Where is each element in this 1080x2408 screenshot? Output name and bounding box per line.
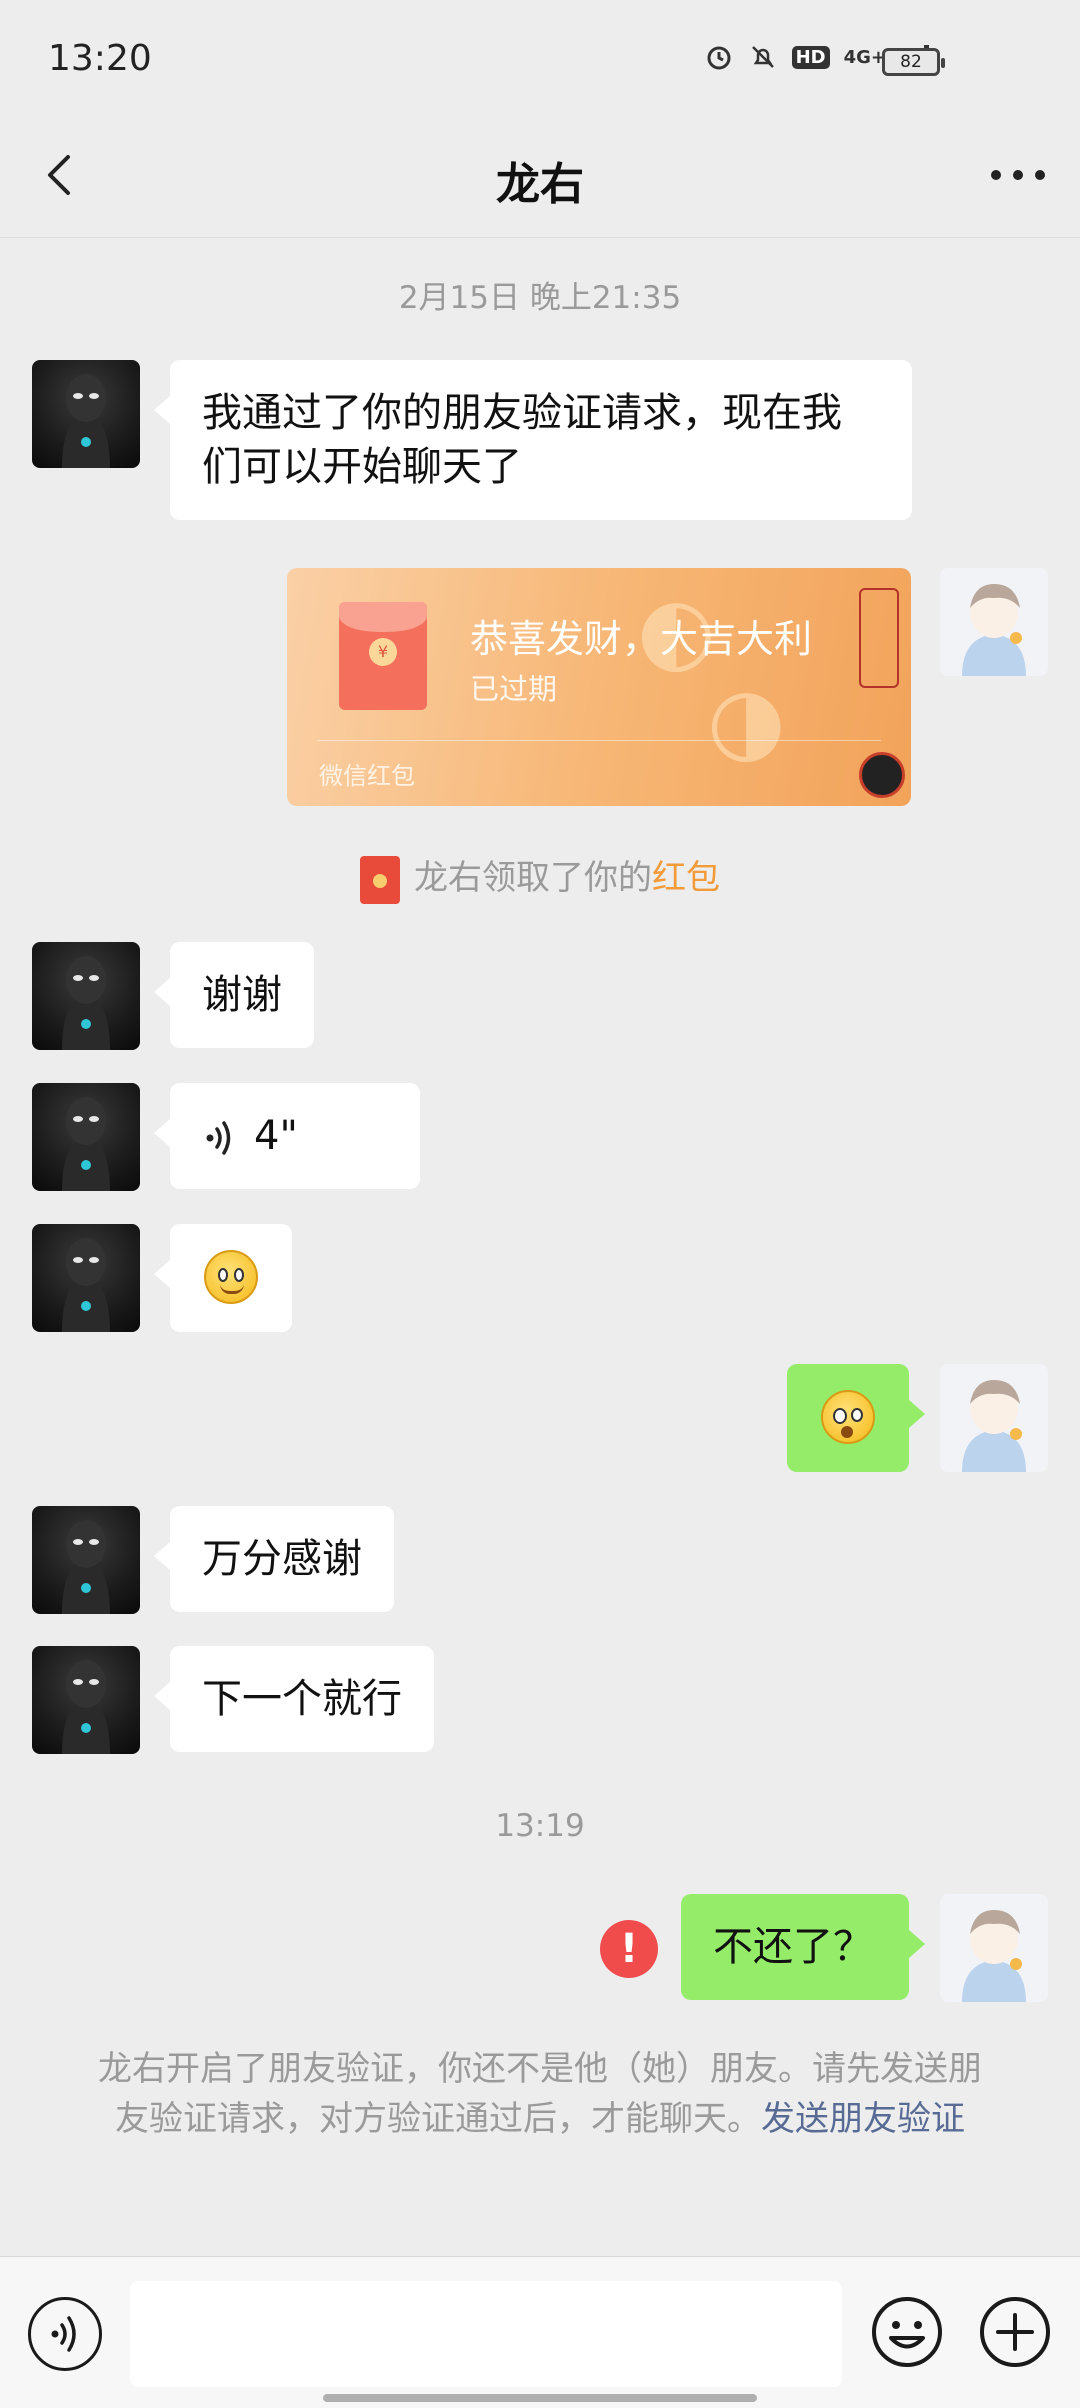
message-bubble[interactable]: 谢谢 [154, 942, 314, 1048]
emoji-message-bubble[interactable] [787, 1364, 925, 1472]
contact-avatar[interactable] [32, 1224, 140, 1332]
hero-avatar-illustration [62, 1520, 110, 1614]
alarm-icon [704, 42, 734, 72]
anime-avatar-illustration [962, 1380, 1026, 1472]
hero-avatar-illustration [62, 1097, 110, 1191]
emoji-button[interactable] [870, 2295, 944, 2369]
contact-avatar[interactable] [32, 1083, 140, 1191]
message-text: 我通过了你的朋友验证请求，现在我们可以开始聊天了 [202, 390, 842, 490]
red-envelope-icon: ¥ [339, 602, 427, 710]
message-text: 下一个就行 [202, 1676, 402, 1722]
contact-avatar[interactable] [32, 360, 140, 468]
self-avatar[interactable] [940, 1894, 1048, 2002]
game-logo-icon [859, 752, 905, 798]
hero-avatar-illustration [62, 1660, 110, 1754]
emoji-message-bubble[interactable] [154, 1224, 292, 1332]
input-bar [0, 2256, 1080, 2408]
status-time: 13:20 [48, 38, 152, 79]
chat-header: 龙右 [0, 120, 1080, 238]
message-input[interactable] [130, 2281, 842, 2387]
yuan-coin-icon: ¥ [369, 638, 397, 666]
decorative-calligraphy: ◑ [707, 668, 786, 773]
hero-avatar-illustration [62, 374, 110, 468]
home-indicator[interactable] [323, 2394, 757, 2402]
anime-avatar-illustration [962, 1910, 1026, 2002]
send-failed-icon[interactable]: ! [600, 1920, 658, 1978]
mute-bell-icon [748, 42, 778, 72]
message-bubble[interactable]: 不还了？ [681, 1894, 925, 2000]
hero-avatar-illustration [62, 1238, 110, 1332]
self-avatar[interactable] [940, 1364, 1048, 1472]
red-packet-title: 恭喜发财，大吉大利 [470, 617, 813, 661]
message-bubble[interactable]: 下一个就行 [154, 1646, 434, 1752]
send-verification-link[interactable]: 发送朋友验证 [761, 2099, 965, 2139]
battery-indicator: 82 [882, 48, 945, 76]
voice-message-bubble[interactable]: 4" [154, 1083, 420, 1189]
timestamp: 2月15日 晚上21:35 [398, 280, 682, 316]
notice-prefix: 龙右领取了你的 [414, 858, 652, 898]
smiley-icon [872, 2297, 942, 2367]
message-bubble[interactable]: 我通过了你的朋友验证请求，现在我们可以开始聊天了 [154, 360, 912, 520]
timestamp: 13:19 [495, 1808, 585, 1844]
status-bar: 13:20 HD 4G+ 82 [0, 0, 1080, 120]
more-button[interactable] [986, 150, 1050, 200]
red-packet-received-notice: 龙右领取了你的红包 [0, 850, 1080, 904]
more-functions-button[interactable] [978, 2295, 1052, 2369]
more-dots-icon [991, 170, 1045, 180]
hero-avatar-illustration [62, 956, 110, 1050]
plus-circle-icon [980, 2297, 1050, 2367]
friend-verification-notice: 龙右开启了朋友验证，你还不是他（她）朋友。请先发送朋友验证请求，对方验证通过后，… [86, 2044, 994, 2144]
hd-badge: HD [791, 45, 830, 69]
surprised-emoji-icon [821, 1390, 875, 1444]
smile-emoji-icon [204, 1250, 258, 1304]
message-bubble[interactable]: 万分感谢 [154, 1506, 394, 1612]
anime-avatar-illustration [962, 584, 1026, 676]
red-packet-card[interactable]: ◐ ◑ ¥ 恭喜发财，大吉大利 已过期 微信红包 [287, 568, 911, 806]
red-packet-mini-icon [360, 855, 400, 904]
voice-wave-icon [206, 1121, 231, 1155]
message-text: 谢谢 [202, 972, 282, 1018]
voice-wave-icon [51, 2316, 76, 2352]
self-avatar[interactable] [940, 568, 1048, 676]
contact-avatar[interactable] [32, 1646, 140, 1754]
voice-duration: 4" [254, 1113, 298, 1159]
red-packet-status: 已过期 [470, 672, 558, 706]
chat-title: 龙右 [496, 159, 584, 210]
contact-avatar[interactable] [32, 1506, 140, 1614]
message-text: 万分感谢 [202, 1536, 362, 1582]
contact-avatar[interactable] [32, 942, 140, 1050]
network-label: 4G+ [843, 46, 886, 68]
message-text: 不还了？ [713, 1924, 873, 1970]
divider [317, 740, 881, 741]
seal-stamp-icon [859, 588, 899, 688]
red-packet-footer: 微信红包 [319, 762, 415, 790]
battery-level: 82 [900, 52, 922, 72]
red-packet-link[interactable]: 红包 [652, 858, 720, 898]
voice-input-button[interactable] [28, 2297, 102, 2371]
